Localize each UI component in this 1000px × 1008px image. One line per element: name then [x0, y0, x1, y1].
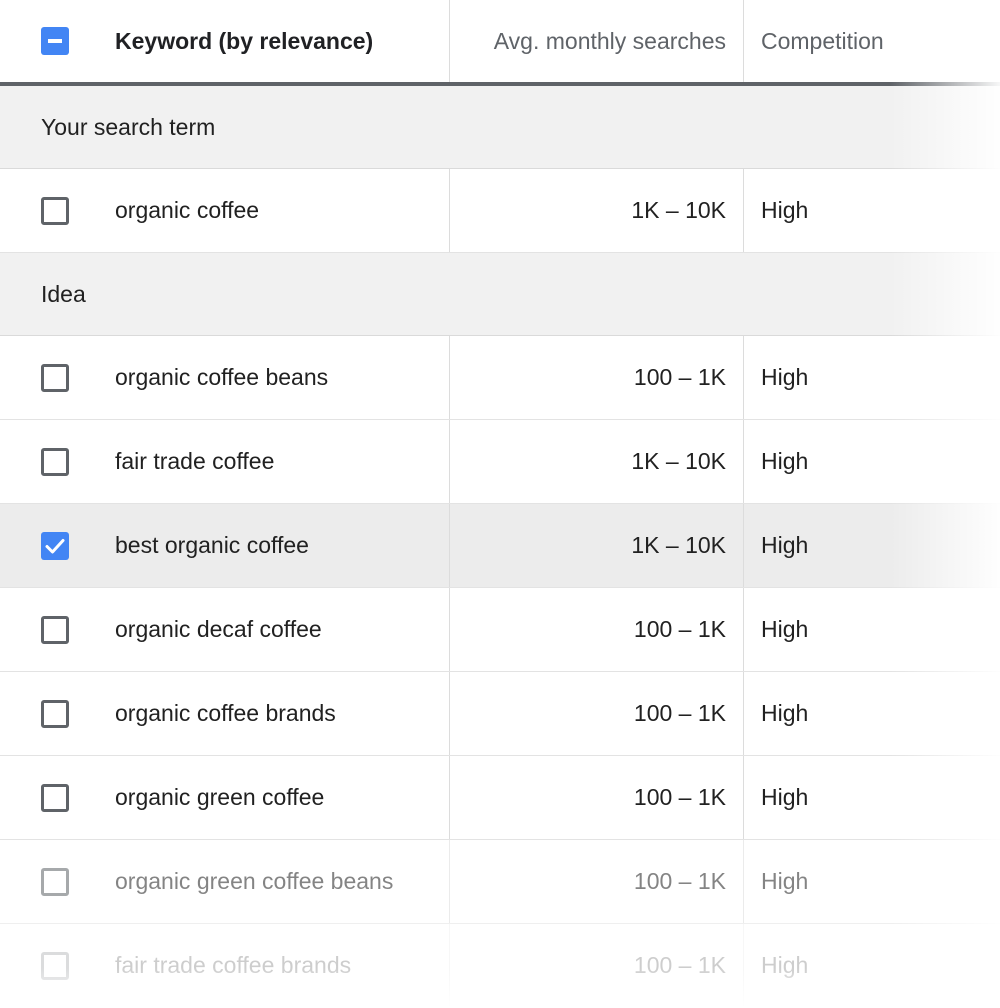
keyword-text: organic green coffee beans [115, 868, 394, 894]
select-all-checkbox[interactable] [41, 27, 69, 55]
avg-monthly-searches-value: 100 – 1K [633, 700, 726, 726]
avg-monthly-searches-value: 100 – 1K [633, 952, 726, 978]
group-header-row: Idea [0, 253, 1000, 336]
keyword-text: organic coffee beans [115, 364, 329, 390]
table-row[interactable]: fair trade coffee 1K – 10K High [0, 420, 1000, 504]
competition-value: High [761, 784, 809, 810]
table-row[interactable]: organic coffee beans 100 – 1K High [0, 336, 1000, 420]
avg-monthly-searches-value: 100 – 1K [633, 868, 726, 894]
row-checkbox[interactable] [41, 532, 69, 560]
competition-cell: High [743, 588, 1000, 671]
row-checkbox[interactable] [41, 868, 69, 896]
row-checkbox[interactable] [41, 952, 69, 980]
avg-monthly-searches-cell: 1K – 10K [449, 504, 743, 587]
keyword-text: organic green coffee [115, 784, 325, 810]
keyword-column-header[interactable]: Keyword (by relevance) [115, 28, 373, 55]
competition-cell: High [743, 169, 1000, 252]
header-avg-cell: Avg. monthly searches [449, 0, 743, 82]
competition-cell: High [743, 420, 1000, 503]
keyword-cell: organic green coffee [0, 756, 449, 839]
competition-value: High [761, 868, 809, 894]
keyword-cell: fair trade coffee [0, 420, 449, 503]
avg-monthly-searches-cell: 100 – 1K [449, 840, 743, 923]
group-label: Idea [41, 280, 86, 307]
table-row[interactable]: organic decaf coffee 100 – 1K High [0, 588, 1000, 672]
avg-monthly-searches-column-header[interactable]: Avg. monthly searches [494, 28, 726, 55]
avg-monthly-searches-cell: 100 – 1K [449, 924, 743, 1007]
avg-monthly-searches-cell: 100 – 1K [449, 588, 743, 671]
minus-icon [48, 39, 62, 43]
table-body: Your search term organic coffee 1K – 10K Hi… [0, 86, 1000, 1008]
keyword-text: organic decaf coffee [115, 616, 322, 642]
keyword-ideas-table: Keyword (by relevance) Avg. monthly sear… [0, 0, 1000, 1008]
table-row[interactable]: fair trade coffee brands 100 – 1K High [0, 924, 1000, 1008]
keyword-text: fair trade coffee [115, 448, 275, 474]
keyword-cell: organic coffee beans [0, 336, 449, 419]
table-row[interactable]: organic green coffee 100 – 1K High [0, 756, 1000, 840]
keyword-cell: organic coffee [0, 169, 449, 252]
keyword-cell: organic coffee brands [0, 672, 449, 755]
keyword-cell: organic green coffee beans [0, 840, 449, 923]
row-checkbox[interactable] [41, 784, 69, 812]
competition-value: High [761, 952, 809, 978]
row-checkbox[interactable] [41, 448, 69, 476]
table-row[interactable]: organic green coffee beans 100 – 1K High [0, 840, 1000, 924]
competition-value: High [761, 364, 809, 390]
avg-monthly-searches-value: 1K – 10K [631, 197, 726, 223]
table-row[interactable]: organic coffee 1K – 10K High [0, 169, 1000, 253]
competition-cell: High [743, 336, 1000, 419]
keyword-cell: best organic coffee [0, 504, 449, 587]
row-checkbox[interactable] [41, 197, 69, 225]
table-row[interactable]: best organic coffee 1K – 10K High [0, 504, 1000, 588]
avg-monthly-searches-value: 100 – 1K [633, 364, 726, 390]
competition-value: High [761, 197, 809, 223]
competition-value: High [761, 532, 809, 558]
competition-value: High [761, 700, 809, 726]
row-checkbox[interactable] [41, 364, 69, 392]
group-label: Your search term [41, 113, 216, 140]
table-row[interactable]: organic coffee brands 100 – 1K High [0, 672, 1000, 756]
avg-monthly-searches-cell: 100 – 1K [449, 336, 743, 419]
competition-cell: High [743, 756, 1000, 839]
avg-monthly-searches-cell: 1K – 10K [449, 420, 743, 503]
avg-monthly-searches-value: 1K – 10K [631, 448, 726, 474]
keyword-cell: organic decaf coffee [0, 588, 449, 671]
group-header-row: Your search term [0, 86, 1000, 169]
avg-monthly-searches-cell: 1K – 10K [449, 169, 743, 252]
avg-monthly-searches-value: 1K – 10K [631, 532, 726, 558]
competition-cell: High [743, 672, 1000, 755]
keyword-text: fair trade coffee brands [115, 952, 352, 978]
avg-monthly-searches-value: 100 – 1K [633, 784, 726, 810]
competition-cell: High [743, 840, 1000, 923]
keyword-text: organic coffee brands [115, 700, 336, 726]
competition-column-header[interactable]: Competition [761, 28, 884, 55]
header-competition-cell: Competition [743, 0, 1000, 82]
avg-monthly-searches-value: 100 – 1K [633, 616, 726, 642]
keyword-text: best organic coffee [115, 532, 309, 558]
header-keyword-cell: Keyword (by relevance) [0, 0, 449, 82]
avg-monthly-searches-cell: 100 – 1K [449, 756, 743, 839]
row-checkbox[interactable] [41, 616, 69, 644]
competition-cell: High [743, 504, 1000, 587]
competition-cell: High [743, 924, 1000, 1007]
checkmark-icon [45, 539, 65, 554]
avg-monthly-searches-cell: 100 – 1K [449, 672, 743, 755]
keyword-cell: fair trade coffee brands [0, 924, 449, 1007]
competition-value: High [761, 616, 809, 642]
competition-value: High [761, 448, 809, 474]
keyword-text: organic coffee [115, 197, 260, 223]
row-checkbox[interactable] [41, 700, 69, 728]
table-header: Keyword (by relevance) Avg. monthly sear… [0, 0, 1000, 86]
